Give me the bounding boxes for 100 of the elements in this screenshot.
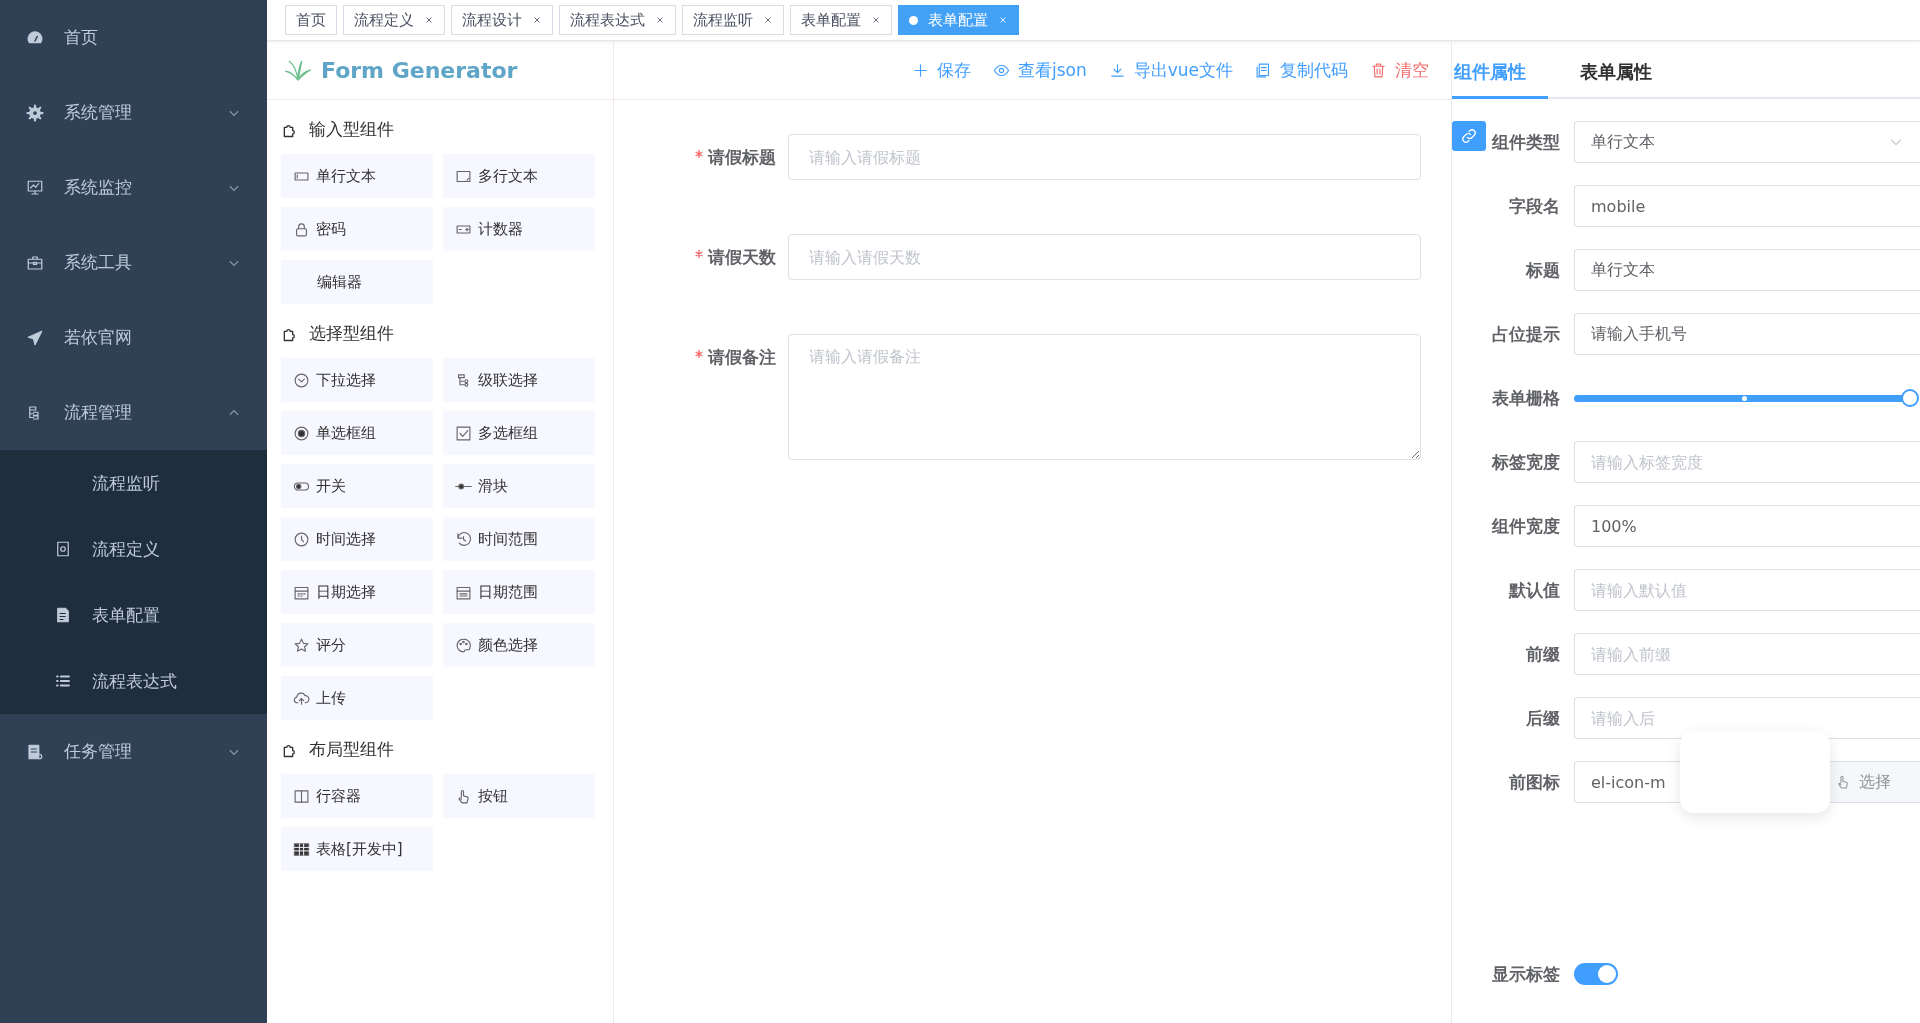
select-field[interactable]: 单行文本 xyxy=(1574,121,1920,163)
plus-icon xyxy=(911,61,929,79)
checkbox-icon xyxy=(455,424,472,442)
section-title: 布局型组件 xyxy=(309,737,394,761)
component-item[interactable]: 日期范围 xyxy=(443,570,595,614)
monitor-icon xyxy=(26,178,44,197)
close-icon[interactable] xyxy=(532,15,542,25)
input-field[interactable]: 请输入请假天数 xyxy=(788,234,1421,280)
slider[interactable] xyxy=(1574,389,1920,407)
trash-icon xyxy=(1370,61,1387,79)
component-item[interactable]: 编辑器 xyxy=(281,260,433,304)
link-icon[interactable] xyxy=(1452,121,1486,151)
page-tab[interactable]: 表单配置 xyxy=(790,5,892,35)
app-title: Form Generator xyxy=(321,57,518,83)
target-icon xyxy=(54,540,72,558)
input-field[interactable]: 请输入后 xyxy=(1574,697,1920,739)
dropdown-icon xyxy=(293,371,310,389)
sidebar-item[interactable]: 流程管理 xyxy=(0,375,267,450)
gear-icon xyxy=(26,103,44,122)
section-title: 输入型组件 xyxy=(309,117,394,141)
sidebar-item[interactable]: 首页 xyxy=(0,0,267,75)
property-label: 字段名 xyxy=(1509,195,1560,216)
property-label: 占位提示 xyxy=(1492,323,1560,344)
toggle-switch[interactable] xyxy=(1574,963,1618,985)
star-icon xyxy=(293,636,310,654)
page-tab[interactable]: 流程定义 xyxy=(343,5,445,35)
clock-history-icon xyxy=(455,530,472,548)
component-item[interactable]: 时间范围 xyxy=(443,517,595,561)
sidebar-subitem[interactable]: 流程定义 xyxy=(0,516,267,582)
input-field[interactable]: 请输入请假标题 xyxy=(788,134,1421,180)
sidebar-item[interactable]: 系统管理 xyxy=(0,75,267,150)
sidebar-item[interactable]: 系统监控 xyxy=(0,150,267,225)
property-label: 前缀 xyxy=(1526,643,1560,664)
document-icon xyxy=(54,606,72,624)
component-item[interactable]: 多选框组 xyxy=(443,411,595,455)
sidebar-subitem[interactable]: 表单配置 xyxy=(0,582,267,648)
component-item[interactable]: 多行文本 xyxy=(443,154,595,198)
download-icon xyxy=(1108,61,1126,79)
input-field[interactable]: 请输入手机号 xyxy=(1574,313,1920,355)
chain-icon xyxy=(1460,127,1478,145)
component-item[interactable]: 评分 xyxy=(281,623,433,667)
palette-icon xyxy=(455,636,472,654)
input-field[interactable]: 请输入前缀 xyxy=(1574,633,1920,675)
component-item[interactable]: 表格[开发中] xyxy=(281,827,433,871)
component-item[interactable]: 开关 xyxy=(281,464,433,508)
paper-plane-icon xyxy=(26,328,44,347)
field-label: 请假备注 xyxy=(708,346,776,369)
property-label: 组件宽度 xyxy=(1492,515,1560,536)
copy-icon xyxy=(1255,61,1272,79)
clock-icon xyxy=(293,530,310,548)
active-dot-icon xyxy=(909,15,918,25)
page-tab[interactable]: 流程表达式 xyxy=(559,5,676,35)
sidebar-item[interactable]: 系统工具 xyxy=(0,225,267,300)
sidebar-subitem[interactable]: 流程监听 xyxy=(0,450,267,516)
component-item[interactable]: 滑块 xyxy=(443,464,595,508)
text-area[interactable]: 请输入请假备注 xyxy=(788,334,1421,460)
property-label: 标题 xyxy=(1526,259,1560,280)
property-label: 组件类型 xyxy=(1492,131,1560,152)
close-icon[interactable] xyxy=(655,15,665,25)
radio-icon xyxy=(293,424,310,442)
component-item[interactable]: 计数器 xyxy=(443,207,595,251)
property-label: 前图标 xyxy=(1509,771,1560,792)
table-icon xyxy=(293,840,310,858)
component-item[interactable]: 上传 xyxy=(281,676,433,720)
input-field[interactable]: mobile xyxy=(1574,185,1920,227)
columns-icon xyxy=(293,787,310,805)
slider-icon xyxy=(455,482,472,490)
page-tab[interactable]: 流程监听 xyxy=(682,5,784,35)
component-item[interactable]: 日期选择 xyxy=(281,570,433,614)
input-field[interactable]: 请输入标签宽度 xyxy=(1574,441,1920,483)
component-item[interactable]: 密码 xyxy=(281,207,433,251)
sidebar-item[interactable]: 任务管理 xyxy=(0,714,267,789)
close-icon[interactable] xyxy=(871,15,881,25)
sidebar-subitem[interactable]: 流程表达式 xyxy=(0,648,267,714)
page-tab[interactable]: 流程设计 xyxy=(451,5,553,35)
component-item[interactable]: 级联选择 xyxy=(443,358,595,402)
property-label: 标签宽度 xyxy=(1492,451,1560,472)
close-icon[interactable] xyxy=(424,15,434,25)
component-item[interactable]: 颜色选择 xyxy=(443,623,595,667)
input-field[interactable]: 请输入默认值 xyxy=(1574,569,1920,611)
clipboard-icon xyxy=(26,742,44,761)
component-item[interactable]: 单选框组 xyxy=(281,411,433,455)
property-label: 显示标签 xyxy=(1492,963,1560,984)
property-label: 表单栅格 xyxy=(1492,387,1560,408)
property-label: 后缀 xyxy=(1526,707,1560,728)
section-title: 选择型组件 xyxy=(309,321,394,345)
component-item[interactable]: 行容器 xyxy=(281,774,433,818)
lock-icon xyxy=(293,220,310,238)
input-field[interactable]: 单行文本 xyxy=(1574,249,1920,291)
field-label: 请假天数 xyxy=(708,246,776,269)
page-tab[interactable]: 首页 xyxy=(285,5,337,35)
component-item[interactable]: 下拉选择 xyxy=(281,358,433,402)
panel-tab[interactable]: 表单属性 xyxy=(1578,60,1674,99)
component-item[interactable]: 按钮 xyxy=(443,774,595,818)
component-item[interactable]: 时间选择 xyxy=(281,517,433,561)
property-label: 默认值 xyxy=(1509,579,1560,600)
close-icon[interactable] xyxy=(763,15,773,25)
component-item[interactable]: 单行文本 xyxy=(281,154,433,198)
input-field[interactable]: 100% xyxy=(1574,505,1920,547)
sidebar-item[interactable]: 若依官网 xyxy=(0,300,267,375)
